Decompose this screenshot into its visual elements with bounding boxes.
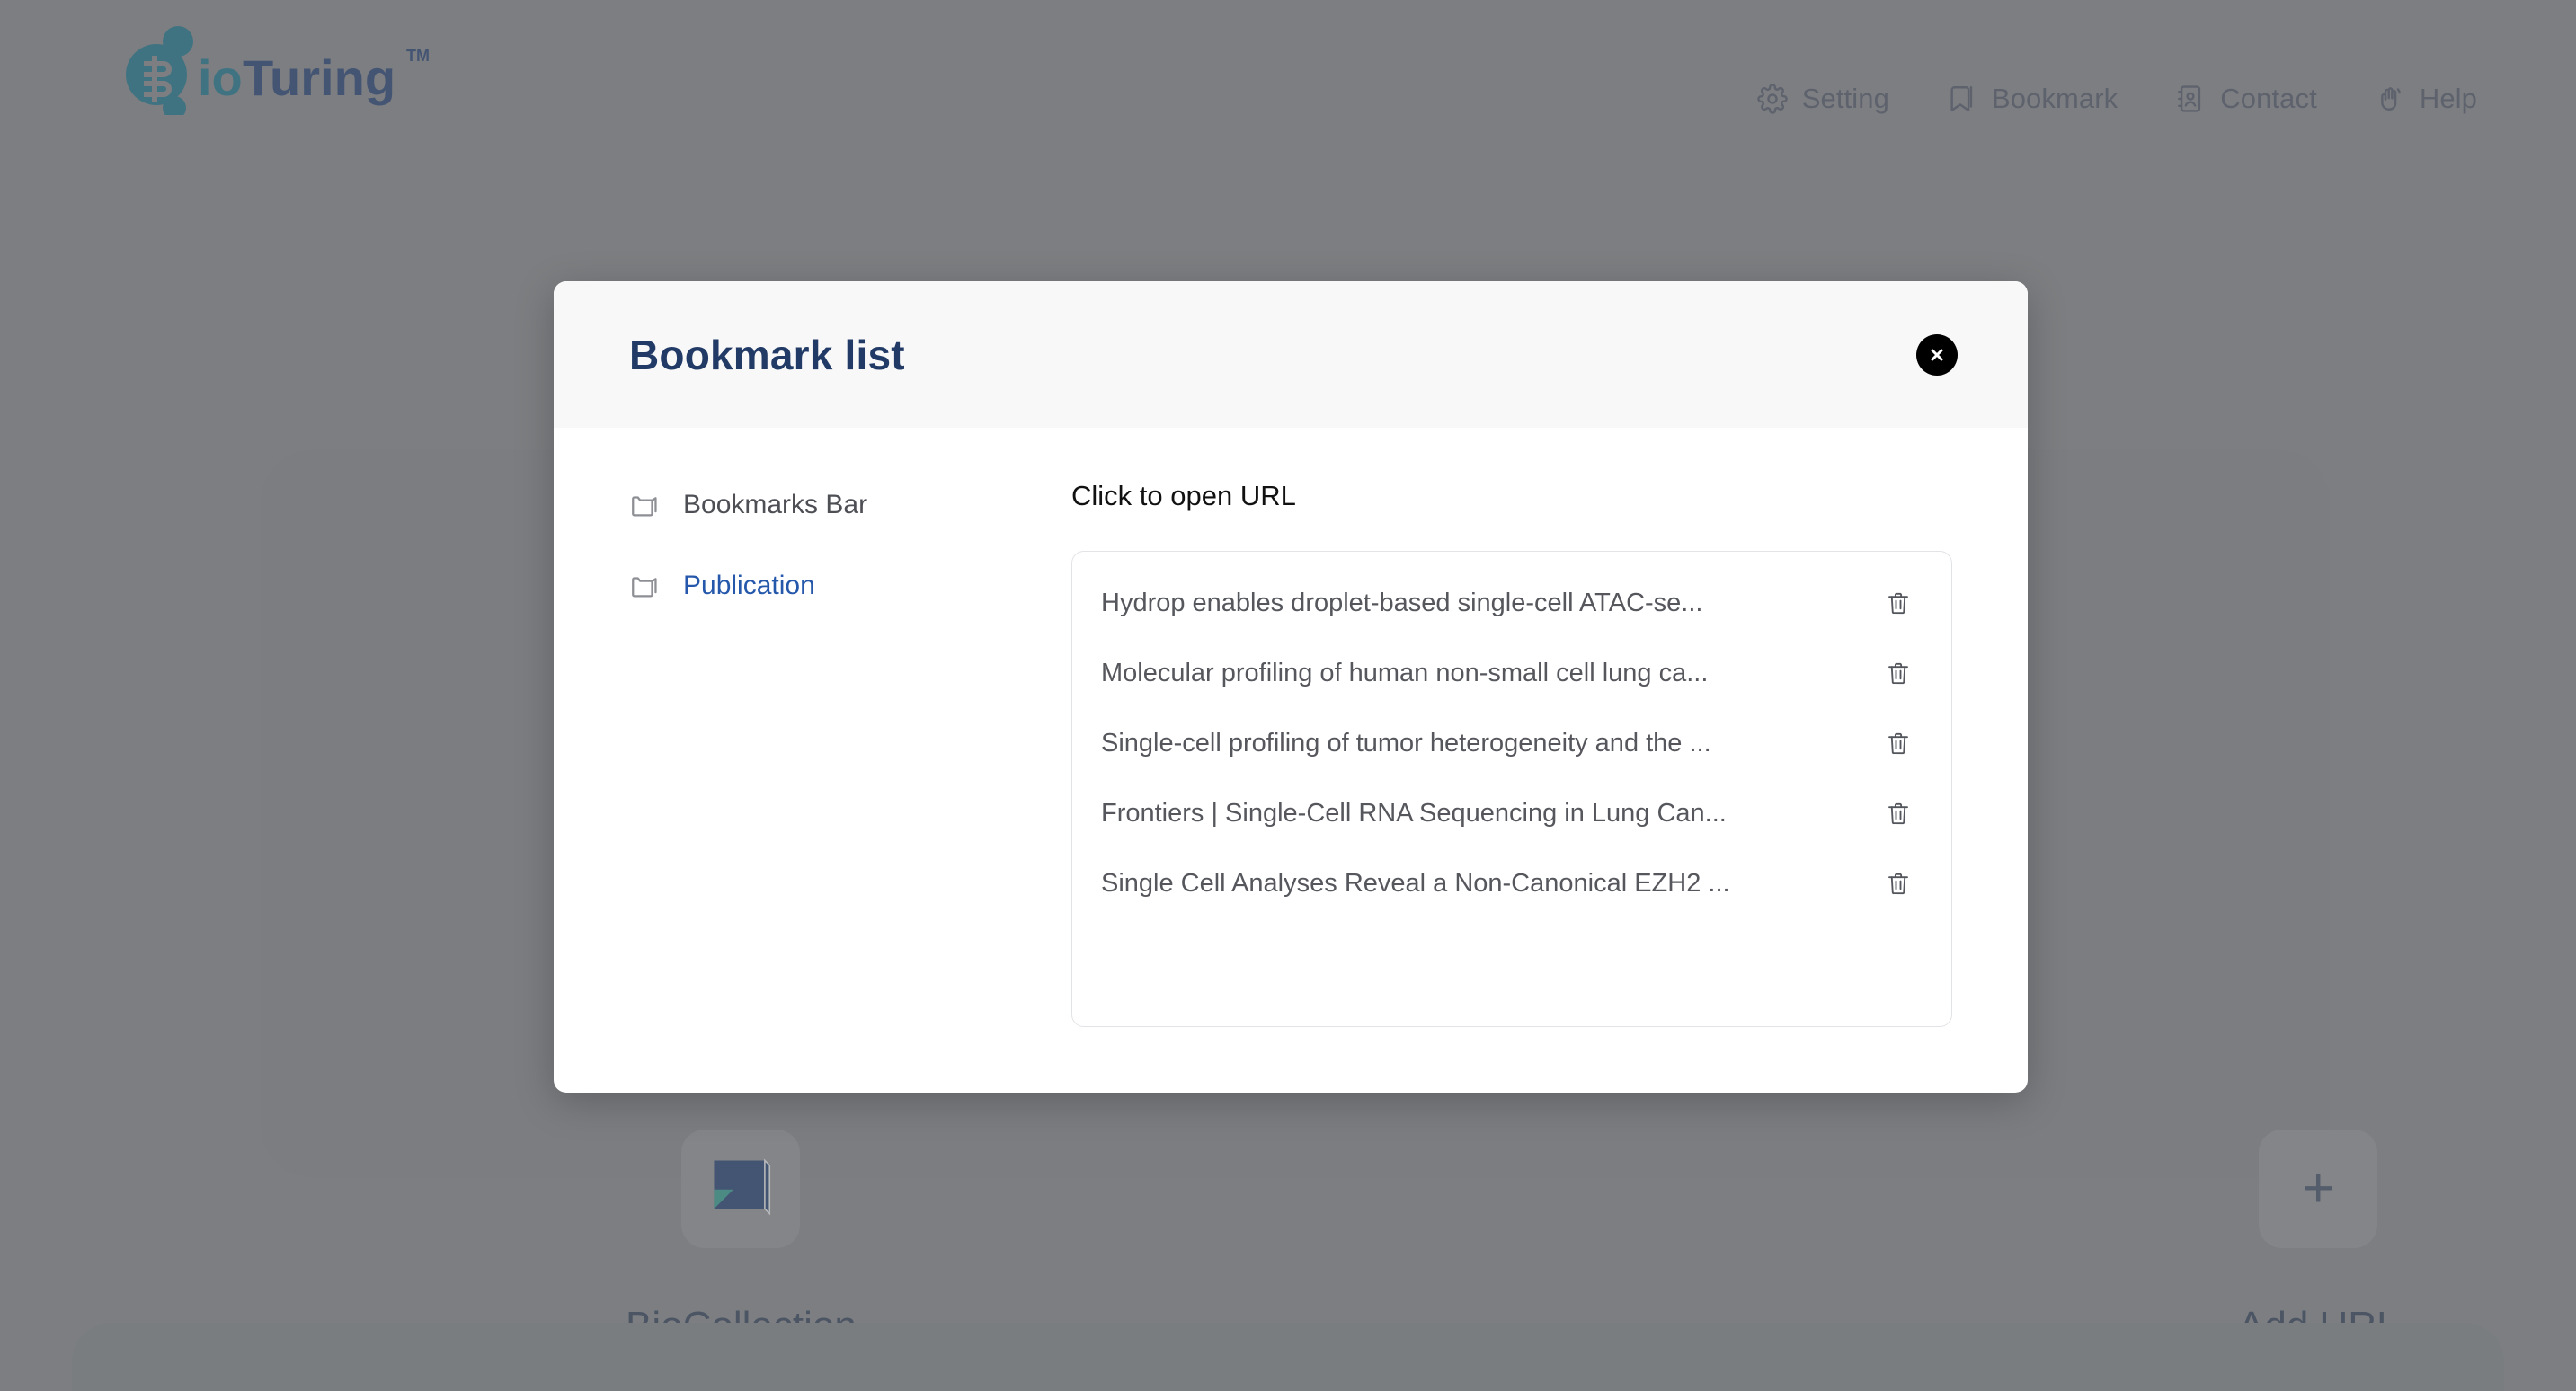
bookmark-title[interactable]: Molecular profiling of human non-small c… xyxy=(1101,659,1708,688)
bookmark-list-panel: Hydrop enables droplet-based single-cell… xyxy=(1071,551,1952,1027)
bookmark-column: Click to open URL Hydrop enables droplet… xyxy=(1071,482,1952,1093)
bookmark-row[interactable]: Single-cell profiling of tumor heterogen… xyxy=(1072,708,1951,778)
delete-bookmark-button[interactable] xyxy=(1879,584,1917,622)
bookmark-list-dialog: Bookmark list Bookmarks Bar Publication … xyxy=(554,281,2028,1093)
close-icon xyxy=(1926,344,1948,366)
modal-header: Bookmark list xyxy=(554,281,2028,428)
folder-item-bookmarks-bar[interactable]: Bookmarks Bar xyxy=(629,483,1071,527)
modal-body: Bookmarks Bar Publication Click to open … xyxy=(554,428,2028,1093)
delete-bookmark-button[interactable] xyxy=(1879,794,1917,832)
bookmark-title[interactable]: Single Cell Analyses Reveal a Non-Canoni… xyxy=(1101,869,1730,899)
bookmark-row[interactable]: Frontiers | Single-Cell RNA Sequencing i… xyxy=(1072,778,1951,848)
modal-title: Bookmark list xyxy=(629,331,905,378)
delete-bookmark-button[interactable] xyxy=(1879,724,1917,762)
delete-bookmark-button[interactable] xyxy=(1879,864,1917,902)
folder-label: Bookmarks Bar xyxy=(683,490,868,519)
close-button[interactable] xyxy=(1916,333,1958,376)
trash-icon xyxy=(1885,589,1912,616)
bookmark-title[interactable]: Single-cell profiling of tumor heterogen… xyxy=(1101,729,1711,758)
trash-icon xyxy=(1885,870,1912,897)
bookmark-title[interactable]: Frontiers | Single-Cell RNA Sequencing i… xyxy=(1101,799,1727,828)
bookmark-row[interactable]: Single Cell Analyses Reveal a Non-Canoni… xyxy=(1072,848,1951,918)
trash-icon xyxy=(1885,660,1912,687)
bookmark-row[interactable]: Hydrop enables droplet-based single-cell… xyxy=(1072,568,1951,638)
folder-icon xyxy=(629,490,660,520)
folder-sidebar: Bookmarks Bar Publication xyxy=(629,482,1071,1093)
bookmark-title[interactable]: Hydrop enables droplet-based single-cell… xyxy=(1101,589,1702,618)
trash-icon xyxy=(1885,730,1912,757)
folder-label: Publication xyxy=(683,571,815,600)
bookmark-list-heading: Click to open URL xyxy=(1071,480,1296,511)
bookmark-row[interactable]: Molecular profiling of human non-small c… xyxy=(1072,638,1951,708)
app-root: io Turing TM Setting xyxy=(0,0,2576,1391)
folder-icon xyxy=(629,571,660,601)
trash-icon xyxy=(1885,800,1912,827)
delete-bookmark-button[interactable] xyxy=(1879,654,1917,692)
folder-item-publication[interactable]: Publication xyxy=(629,564,1071,607)
